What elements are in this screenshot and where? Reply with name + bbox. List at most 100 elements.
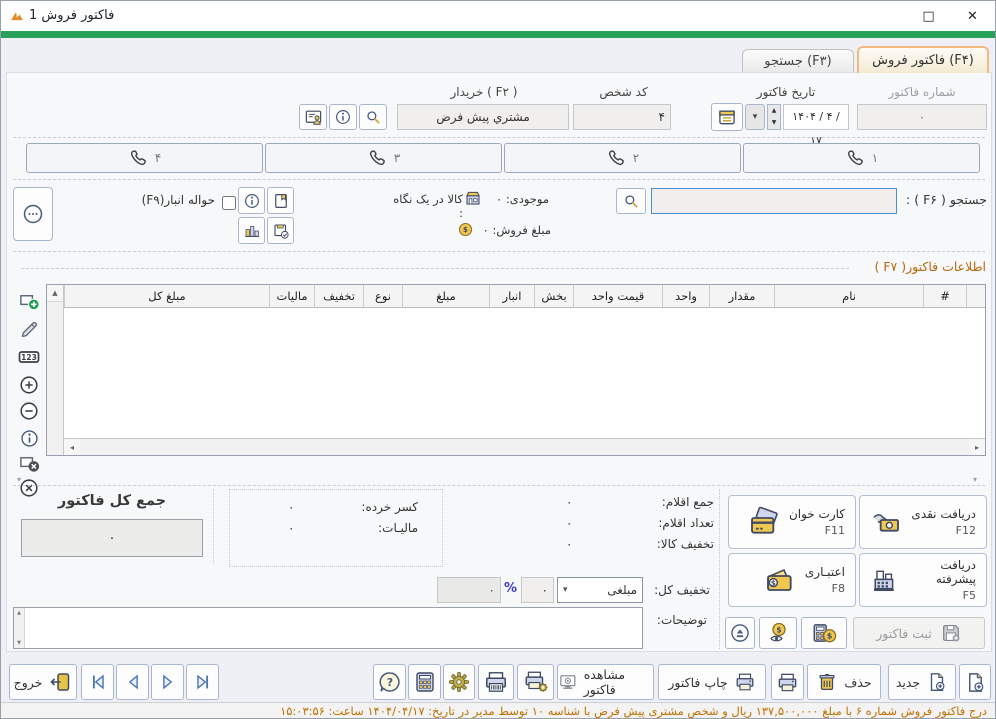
nav-first-button[interactable] <box>81 664 114 700</box>
edit-row-button[interactable] <box>16 316 42 342</box>
col-name[interactable]: نام <box>774 285 923 307</box>
scroll-up-icon[interactable]: ▲ <box>47 285 63 302</box>
print-invoice-label: چاپ فاکتور <box>668 675 727 690</box>
table-horizontal-scrollbar[interactable]: ◂ ▸ <box>64 438 985 455</box>
increase-qty-button[interactable] <box>16 372 42 398</box>
item-chart-button[interactable] <box>238 217 265 244</box>
view-invoice-button[interactable]: مشاهده فاکتور <box>557 664 654 700</box>
cash-hand-icon <box>870 506 902 538</box>
nav-next-icon <box>157 671 179 693</box>
view-invoice-label: مشاهده فاکتور <box>584 667 653 697</box>
discount-amount-field[interactable] <box>437 577 501 603</box>
collapse-chevron-left[interactable]: ▾ <box>17 475 21 484</box>
decrease-qty-button[interactable] <box>16 398 42 424</box>
phone-button-3[interactable]: ۳ <box>265 143 502 173</box>
calculator-money-button[interactable] <box>801 617 847 649</box>
cash-receive-button[interactable]: دریافت نقدیF12 <box>859 495 987 549</box>
warehouse-note-checkbox[interactable] <box>222 196 236 210</box>
calendar-button[interactable] <box>711 103 743 131</box>
col-tax[interactable]: مالیات <box>269 285 314 307</box>
save-check-button[interactable] <box>267 217 294 244</box>
tab-search[interactable]: جستجو (F۳) <box>742 49 854 73</box>
grand-total-value: ۰ <box>21 519 203 557</box>
discount-mode-select[interactable]: مبلغی▾ <box>557 577 643 603</box>
window-title: فاکتور فروش 1 <box>29 8 114 23</box>
scroll-up-icon[interactable]: ▲ <box>17 610 21 616</box>
settings-button[interactable] <box>443 664 475 700</box>
invoice-number-field[interactable] <box>857 104 987 130</box>
buyer-search-button[interactable] <box>359 104 387 130</box>
col-unit[interactable]: واحد <box>662 285 709 307</box>
buyer-info-button[interactable] <box>329 104 357 130</box>
nav-next-button[interactable] <box>151 664 184 700</box>
items-totals-group: جمع اقلام:۰ تعداد اقلام:۰ تخفیف کالا:۰ <box>566 495 714 551</box>
col-unit-price[interactable]: قیمت واحد <box>573 285 662 307</box>
spinner-down-icon[interactable]: ▼ <box>768 117 780 129</box>
add-row-button[interactable] <box>16 288 42 314</box>
col-amount[interactable]: مبلغ <box>402 285 489 307</box>
quick-search-input[interactable] <box>651 188 897 214</box>
scroll-left-icon[interactable]: ◂ <box>64 439 80 455</box>
items-sum-row: جمع اقلام:۰ <box>566 495 714 509</box>
buyer-account-button[interactable] <box>299 104 327 130</box>
phone-button-4[interactable]: ۴ <box>26 143 263 173</box>
delete-invoice-button[interactable]: حذف <box>807 664 881 700</box>
pencil-icon <box>18 318 40 340</box>
buyer-field[interactable] <box>397 104 569 130</box>
table-vertical-scrollbar[interactable]: ▲ <box>47 285 64 455</box>
price-view-button[interactable] <box>759 617 797 649</box>
delete-row-button[interactable] <box>16 450 42 476</box>
date-spinner[interactable]: ▲▼ <box>767 104 781 130</box>
calculator-button[interactable] <box>408 664 441 700</box>
col-type[interactable]: نوع <box>363 285 402 307</box>
row-info-button[interactable] <box>16 425 42 451</box>
discount-percent-field[interactable] <box>521 577 554 603</box>
new-invoice-button[interactable]: جدید <box>888 664 956 700</box>
col-quantity[interactable]: مقدار <box>709 285 774 307</box>
notes-textarea[interactable] <box>13 607 643 649</box>
date-dropdown-button[interactable]: ▾ <box>745 104 765 130</box>
notes-scrollbar[interactable]: ▲▼ <box>14 608 25 648</box>
print-settings-button[interactable] <box>517 664 554 700</box>
discount-mode-value: مبلغی <box>607 583 637 597</box>
close-button[interactable]: ✕ <box>950 1 995 31</box>
credit-sale-button[interactable]: اعتبـاریF8 <box>728 553 856 607</box>
quick-search-button[interactable] <box>616 188 646 214</box>
submit-invoice-button[interactable]: ثبت فاکتور <box>853 617 985 649</box>
label-print-button[interactable] <box>478 664 514 700</box>
col-total[interactable]: مبلغ کل <box>64 285 269 307</box>
wallet-icon <box>764 564 796 596</box>
spinner-up-icon[interactable]: ▲ <box>768 105 780 117</box>
print-invoice-button[interactable]: چاپ فاکتور <box>658 664 766 700</box>
col-warehouse[interactable]: انبار <box>489 285 534 307</box>
drawer-eject-button[interactable] <box>725 617 755 649</box>
more-options-button[interactable] <box>13 187 53 241</box>
collapse-chevron-right[interactable]: ▾ <box>973 475 977 484</box>
bookmark-button[interactable] <box>267 187 294 214</box>
phone-number: ۳ <box>394 151 400 165</box>
nav-previous-button[interactable] <box>116 664 149 700</box>
advanced-receive-button[interactable]: دریافت پیشرفتهF5 <box>859 553 987 607</box>
col-index[interactable]: # <box>923 285 966 307</box>
stock-store-icon <box>464 189 482 207</box>
help-button[interactable] <box>373 664 406 700</box>
numpad-button[interactable] <box>16 344 42 370</box>
phone-button-1[interactable]: ۱ <box>743 143 980 173</box>
maximize-button[interactable]: □ <box>906 1 951 31</box>
quick-search-label: جستجو ( F۶ ) : <box>901 192 987 207</box>
phone-button-2[interactable]: ۲ <box>504 143 741 173</box>
separator <box>13 179 985 180</box>
scroll-right-icon[interactable]: ▸ <box>969 439 985 455</box>
quick-print-button[interactable] <box>771 664 804 700</box>
exit-button[interactable]: خروج <box>9 664 77 700</box>
item-info-button[interactable] <box>238 187 265 214</box>
col-section[interactable]: بخش <box>534 285 573 307</box>
new-document-button[interactable] <box>959 664 991 700</box>
invoice-date-field[interactable]: ۱۴۰۴ / ۴ / ۱۷ <box>783 104 849 130</box>
col-discount[interactable]: تخفیف <box>314 285 363 307</box>
scroll-down-icon[interactable]: ▼ <box>17 640 21 646</box>
tab-sales-invoice[interactable]: فاکتور فروش (F۴) <box>857 46 989 73</box>
card-reader-button[interactable]: کارت خوانF11 <box>728 495 856 549</box>
nav-last-button[interactable] <box>186 664 219 700</box>
person-code-field[interactable] <box>573 104 671 130</box>
